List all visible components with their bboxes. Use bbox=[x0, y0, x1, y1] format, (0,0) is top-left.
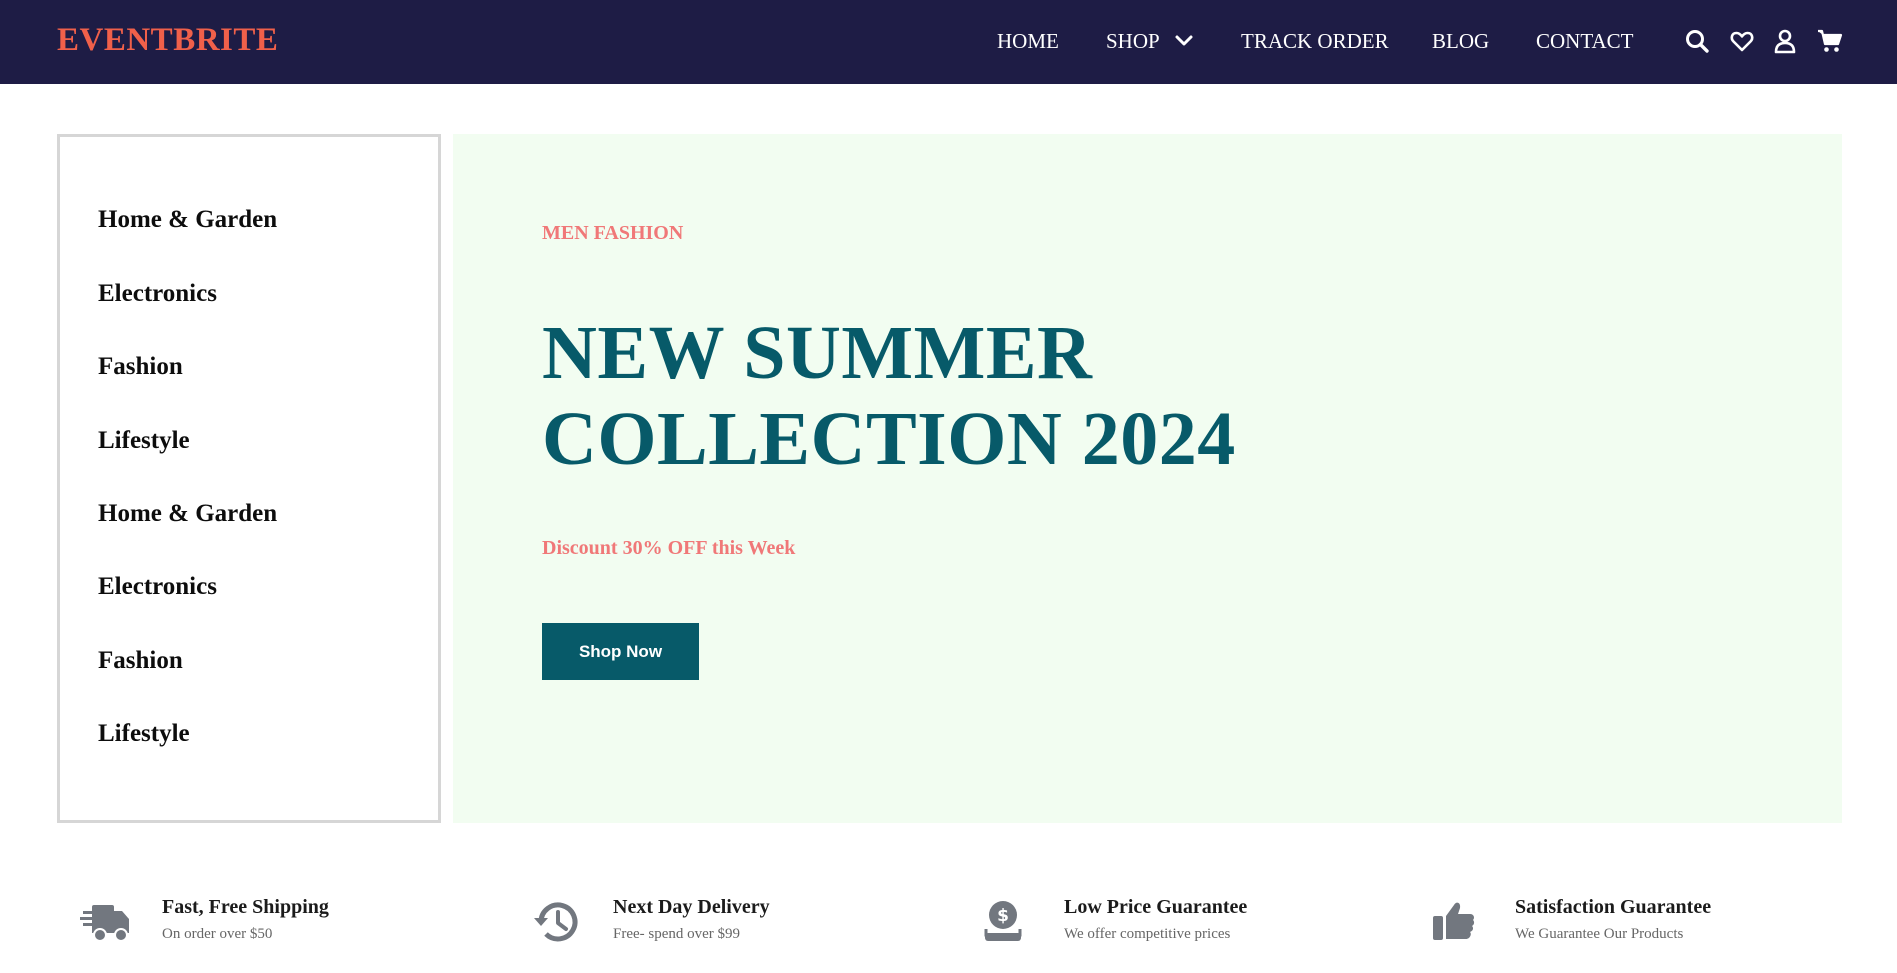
hero-title-line1: NEW SUMMER bbox=[542, 311, 1093, 395]
nav-contact[interactable]: CONTACT bbox=[1536, 29, 1633, 54]
hero-banner: MEN FASHION NEW SUMMER COLLECTION 2024 D… bbox=[453, 134, 1842, 823]
category-item[interactable]: Fashion bbox=[98, 353, 183, 381]
money-hand-icon: $ bbox=[984, 901, 1022, 941]
feature-title: Low Price Guarantee bbox=[1064, 896, 1248, 918]
category-sidebar: Home & Garden Electronics Fashion Lifest… bbox=[57, 134, 441, 823]
category-item[interactable]: Home & Garden bbox=[98, 206, 277, 234]
hero-discount: Discount 30% OFF this Week bbox=[542, 537, 796, 559]
user-icon[interactable] bbox=[1772, 28, 1798, 54]
nav-home[interactable]: HOME bbox=[997, 29, 1059, 54]
category-item[interactable]: Home & Garden bbox=[98, 500, 277, 528]
feature-title: Satisfaction Guarantee bbox=[1515, 896, 1712, 918]
feature-title: Fast, Free Shipping bbox=[162, 896, 329, 918]
feature-title: Next Day Delivery bbox=[613, 896, 770, 918]
history-icon bbox=[534, 902, 578, 942]
shop-now-button[interactable]: Shop Now bbox=[542, 623, 699, 680]
top-navbar: EVENTBRITE HOME SHOP TRACK ORDER BLOG CO… bbox=[0, 0, 1897, 84]
svg-text:$: $ bbox=[997, 906, 1009, 926]
nav-track-order[interactable]: TRACK ORDER bbox=[1241, 29, 1389, 54]
truck-icon bbox=[80, 905, 129, 942]
chevron-down-icon[interactable] bbox=[1174, 33, 1194, 49]
heart-icon[interactable] bbox=[1729, 28, 1755, 54]
category-item[interactable]: Electronics bbox=[98, 573, 217, 601]
category-item[interactable]: Lifestyle bbox=[98, 427, 190, 455]
hero-eyebrow: MEN FASHION bbox=[542, 222, 684, 244]
brand-logo[interactable]: EVENTBRITE bbox=[57, 22, 278, 59]
nav-blog[interactable]: BLOG bbox=[1432, 29, 1489, 54]
thumbs-up-icon bbox=[1433, 902, 1475, 940]
hero-title-line2: COLLECTION 2024 bbox=[542, 397, 1236, 481]
cart-icon[interactable] bbox=[1817, 28, 1843, 54]
feature-subtitle: We Guarantee Our Products bbox=[1515, 926, 1684, 942]
feature-subtitle: We offer competitive prices bbox=[1064, 926, 1231, 942]
hero-title: NEW SUMMER COLLECTION 2024 bbox=[542, 310, 1442, 482]
category-item[interactable]: Lifestyle bbox=[98, 720, 190, 748]
feature-subtitle: On order over $50 bbox=[162, 926, 273, 942]
feature-subtitle: Free- spend over $99 bbox=[613, 926, 741, 942]
nav-shop[interactable]: SHOP bbox=[1106, 29, 1160, 54]
category-item[interactable]: Electronics bbox=[98, 280, 217, 308]
search-icon[interactable] bbox=[1684, 28, 1710, 54]
category-item[interactable]: Fashion bbox=[98, 647, 183, 675]
